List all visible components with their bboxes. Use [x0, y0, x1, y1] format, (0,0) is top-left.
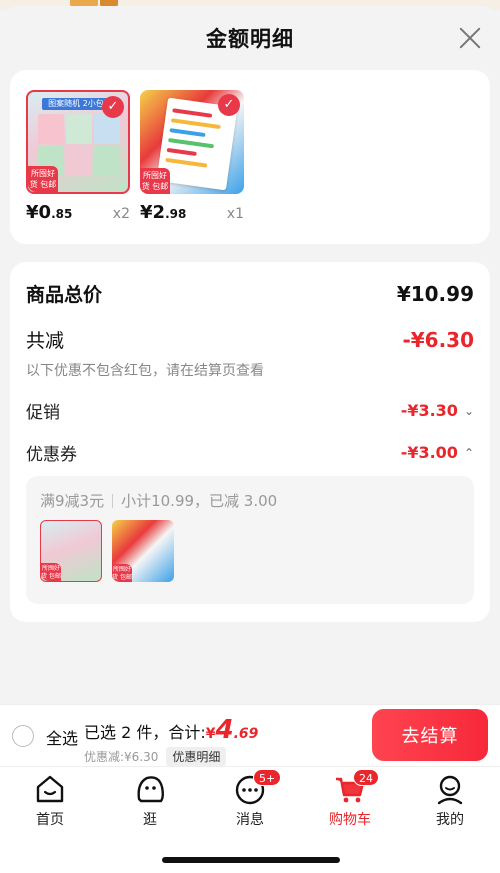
product-quantity: x2 [112, 206, 130, 222]
discount-note: 以下优惠不包含红包，请在结算页查看 [26, 363, 264, 379]
divider [112, 493, 114, 508]
message-badge: 5+ [253, 769, 282, 786]
reduction-label: 共减 [26, 330, 65, 352]
product-image: ✓ 所囤好货 包邮 [140, 90, 244, 194]
promo-label: 促销 [26, 403, 60, 423]
tab-label: 我的 [436, 812, 464, 828]
product-image: 图案随机 2小包装 ✓ 所囤好货 包邮 [26, 90, 130, 194]
checkout-button[interactable]: 去结算 [372, 709, 488, 761]
goods-total-label: 商品总价 [26, 284, 103, 306]
totals-card: 商品总价 ¥10.99 共减 -¥6.30 以下优惠不包含红包，请在结算页查看 … [10, 262, 490, 622]
selected-summary: 已选 2 件，合计: ¥4.69 [84, 715, 258, 745]
reduction-row: 共减 -¥6.30 [26, 326, 474, 353]
coupon-product-thumb: 所囤好货 包邮 [40, 520, 102, 582]
profile-icon [433, 773, 467, 805]
home-indicator [162, 857, 340, 863]
promo-value-wrap: -¥3.30 ⌄ [401, 401, 474, 420]
tab-explore[interactable]: 逛 [110, 773, 190, 829]
promo-row[interactable]: 促销 -¥3.30 ⌄ [26, 398, 474, 423]
cart-icon: 24 [333, 769, 379, 805]
product-price: ¥0.85 [26, 202, 73, 223]
goods-total-row: 商品总价 ¥10.99 [26, 280, 474, 307]
reduction-value: -¥6.30 [402, 327, 474, 352]
sheet-title: 金额明细 [206, 27, 294, 51]
product-tag: 所囤好货 包邮 [28, 166, 58, 192]
chevron-down-icon[interactable]: ⌄ [464, 404, 474, 418]
coupon-detail-box: 满9减3元 小计10.99，已减 3.00 所囤好货 包邮 所囤好货 包邮 [26, 476, 474, 604]
coupon-product-thumb: 所囤好货 包邮 [112, 520, 174, 582]
coupon-head: 满9减3元 小计10.99，已减 3.00 [40, 490, 277, 511]
coupon-label: 优惠券 [26, 445, 77, 465]
close-icon[interactable] [458, 26, 482, 50]
tab-label: 消息 [236, 812, 264, 828]
product-quantity: x1 [226, 206, 244, 222]
product-meta: ¥0.85 x2 [26, 202, 130, 223]
message-icon: 5+ [233, 769, 282, 805]
tab-cart[interactable]: 24 购物车 [310, 769, 390, 829]
promo-value: -¥3.30 [400, 401, 458, 420]
tab-home[interactable]: 首页 [10, 773, 90, 829]
tab-label: 逛 [143, 812, 157, 828]
selected-check-icon: ✓ [218, 94, 240, 116]
products-card: 图案随机 2小包装 ✓ 所囤好货 包邮 ¥0.85 x2 ✓ 所囤好货 包邮 ¥… [10, 70, 490, 244]
coupon-value: -¥3.00 [400, 443, 458, 462]
tab-messages[interactable]: 5+ 消息 [210, 769, 290, 829]
product-tag: 所囤好货 包邮 [140, 168, 170, 194]
coupon-row[interactable]: 优惠券 -¥3.00 ⌃ [26, 440, 474, 465]
select-all-radio[interactable] [12, 725, 34, 747]
product-tag: 所囤好货 包邮 [41, 563, 61, 581]
product-item[interactable]: ✓ 所囤好货 包邮 ¥2.98 x1 [140, 90, 244, 223]
total-price: ¥4.69 [205, 715, 259, 745]
product-meta: ¥2.98 x1 [140, 202, 244, 223]
discount-text: 优惠减:¥6.30 [84, 750, 159, 764]
selected-count-text: 已选 2 件，合计: [84, 723, 206, 742]
product-item[interactable]: 图案随机 2小包装 ✓ 所囤好货 包邮 ¥0.85 x2 [26, 90, 130, 223]
selected-check-icon: ✓ [102, 96, 124, 118]
chevron-up-icon[interactable]: ⌃ [464, 446, 474, 460]
explore-face-icon [133, 773, 167, 805]
coupon-summary: 小计10.99，已减 3.00 [121, 492, 278, 510]
cart-badge: 24 [353, 769, 379, 786]
discount-detail-button[interactable]: 优惠明细 [166, 747, 227, 766]
home-icon [33, 773, 67, 805]
sheet-header: 金额明细 [0, 6, 500, 70]
discount-line: 优惠减:¥6.30 优惠明细 [84, 747, 227, 766]
checkout-bar: 全选 已选 2 件，合计: ¥4.69 优惠减:¥6.30 优惠明细 去结算 [0, 704, 500, 766]
tab-profile[interactable]: 我的 [410, 773, 490, 829]
amount-detail-sheet: 金额明细 图案随机 2小包装 ✓ 所囤好货 包邮 ¥0.85 x2 ✓ 所囤好货… [0, 6, 500, 706]
coupon-rule: 满9减3元 [40, 492, 105, 510]
product-price: ¥2.98 [140, 202, 187, 223]
tab-label: 首页 [36, 812, 64, 828]
goods-total-value: ¥10.99 [396, 281, 474, 306]
bottom-tab-bar: 首页 逛 5+ 消息 24 购物车 我的 [0, 766, 500, 873]
select-all-label[interactable]: 全选 [46, 725, 78, 749]
tab-label: 购物车 [329, 812, 371, 828]
coupon-value-wrap: -¥3.00 ⌃ [401, 443, 474, 462]
product-tag: 所囤好货 包邮 [112, 564, 132, 582]
